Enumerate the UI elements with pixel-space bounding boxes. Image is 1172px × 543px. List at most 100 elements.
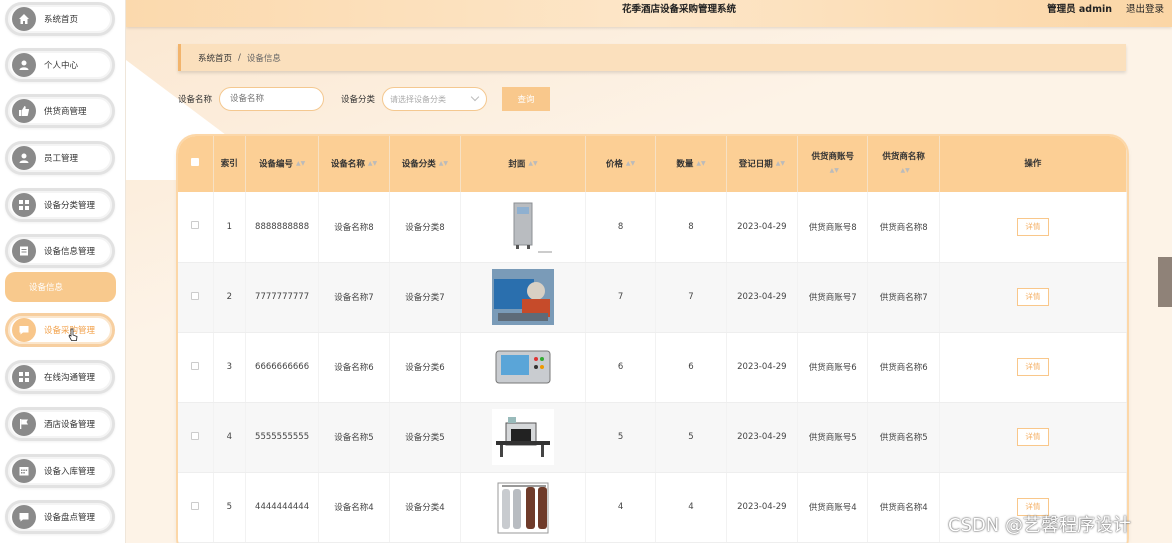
name-search-input[interactable] <box>219 87 324 111</box>
select-all-checkbox[interactable] <box>191 158 200 166</box>
row-checkbox[interactable] <box>191 361 200 370</box>
sidebar-item-categories[interactable]: 设备分类管理 <box>5 188 115 222</box>
row-select-cell[interactable] <box>178 262 214 333</box>
sidebar-item-chat[interactable]: 在线沟通管理 <box>5 360 115 394</box>
row-select-cell[interactable] <box>178 472 214 543</box>
header-name[interactable]: 设备名称 ▲▼ <box>318 136 390 192</box>
header-category[interactable]: 设备分类 ▲▼ <box>389 136 462 192</box>
row-checkbox[interactable] <box>191 291 200 300</box>
row-select-cell[interactable] <box>178 192 214 263</box>
cell-price: 7 <box>585 262 657 333</box>
sidebar-item-label: 设备入库管理 <box>44 467 96 477</box>
sidebar-item-staff[interactable]: 员工管理 <box>5 141 115 175</box>
cell-name: 设备名称8 <box>318 192 390 263</box>
cell-cover <box>460 472 586 543</box>
cell-price: 8 <box>585 192 657 263</box>
sidebar-item-label: 设备盘点管理 <box>44 513 96 523</box>
sidebar-item-home[interactable]: 系统首页 <box>5 2 115 36</box>
equipment-image <box>461 269 585 325</box>
detail-button[interactable]: 详情 <box>1016 428 1049 446</box>
header-supplier-account[interactable]: 供货商账号 ▲▼ <box>797 136 869 192</box>
sidebar-item-inventory[interactable]: 设备盘点管理 <box>5 500 115 534</box>
sidebar-item-equipment-info[interactable]: 设备信息管理 <box>5 234 115 268</box>
row-checkbox[interactable] <box>191 221 200 230</box>
table-row[interactable]: 3 6666666666 设备名称6 设备分类6 6 6 2023-04-29 供货商账号6 供… <box>178 332 1127 403</box>
table-row[interactable]: 2 7777777777 设备名称7 设备分类7 7 7 2023-04-29 供货商账号7 供… <box>178 262 1127 333</box>
cell-index: 2 <box>213 262 246 333</box>
sidebar-item-label: 设备分类管理 <box>44 201 96 211</box>
sidebar-item-purchase[interactable]: 设备采购管理 <box>5 313 115 347</box>
detail-button[interactable]: 详情 <box>1016 217 1049 236</box>
cell-supplier-account: 供货商账号8 <box>797 192 869 263</box>
header-operation: 操作 <box>939 136 1127 192</box>
header-index: 索引 <box>213 136 246 192</box>
sidebar-item-inbound[interactable]: 设备入库管理 <box>5 454 115 488</box>
sidebar-item-profile[interactable]: 个人中心 <box>5 48 115 82</box>
equipment-table: 索引 设备编号 ▲▼ 设备名称 ▲▼ 设备分类 ▲▼ 封面 ▲▼ 价格 ▲▼ 数量 ▲▼ 登… <box>178 136 1127 543</box>
equipment-image <box>461 339 585 395</box>
search-button[interactable]: 查询 <box>502 87 550 111</box>
header-supplier-name[interactable]: 供货商名称 ▲▼ <box>867 136 940 192</box>
user-icon <box>12 146 36 170</box>
header-price[interactable]: 价格 ▲▼ <box>585 136 657 192</box>
detail-button[interactable]: 详情 <box>1016 288 1049 306</box>
cell-operation: 详情 <box>939 332 1127 403</box>
cell-category: 设备分类6 <box>389 332 462 403</box>
cell-supplier-account: 供货商账号4 <box>797 472 869 543</box>
cell-price: 5 <box>585 402 657 473</box>
sidebar-item-hotel-equipment[interactable]: 酒店设备管理 <box>5 407 115 441</box>
cell-name: 设备名称6 <box>318 332 390 403</box>
breadcrumb-home[interactable]: 系统首页 <box>198 52 232 64</box>
cell-supplier-account: 供货商账号6 <box>797 332 869 403</box>
watermark: CSDN @艺馨程序设计 <box>948 515 1132 536</box>
cell-category: 设备分类4 <box>389 472 462 543</box>
sort-icon: ▲▼ <box>528 159 538 167</box>
cell-date: 2023-04-29 <box>726 262 799 333</box>
mouse-cursor-icon <box>68 328 78 341</box>
cell-index: 3 <box>213 332 246 403</box>
cell-category: 设备分类7 <box>389 262 462 333</box>
sidebar-subitem-equipment-info[interactable]: 设备信息 <box>5 272 116 302</box>
cell-supplier-name: 供货商名称7 <box>867 262 940 333</box>
doc-icon <box>12 239 36 263</box>
cell-category: 设备分类8 <box>389 192 462 263</box>
cell-supplier-name: 供货商名称8 <box>867 192 940 263</box>
cell-operation: 详情 <box>939 402 1127 473</box>
cell-name: 设备名称7 <box>318 262 390 333</box>
category-select[interactable]: 请选择设备分类 <box>382 87 487 111</box>
sort-icon: ▲▼ <box>367 159 378 167</box>
equipment-image <box>461 198 585 255</box>
chat-icon <box>12 318 36 342</box>
cell-date: 2023-04-29 <box>726 332 799 403</box>
cell-date: 2023-04-29 <box>726 402 799 473</box>
table-row[interactable]: 1 8888888888 设备名称8 设备分类8 8 8 2023-04-29 供货商账号8 供… <box>178 192 1127 263</box>
breadcrumb-current: 设备信息 <box>246 53 281 64</box>
cell-qty: 7 <box>655 262 727 333</box>
header-qty[interactable]: 数量 ▲▼ <box>655 136 727 192</box>
sidebar-item-label: 酒店设备管理 <box>44 420 96 430</box>
cell-cover <box>460 402 586 473</box>
chevron-down-icon <box>470 92 480 102</box>
side-scroll-handle[interactable] <box>1158 257 1172 307</box>
cell-cover <box>460 262 586 333</box>
sort-icon: ▲▼ <box>438 159 449 167</box>
cell-supplier-name: 供货商名称6 <box>867 332 940 403</box>
select-all-cell[interactable] <box>178 136 214 192</box>
row-checkbox[interactable] <box>191 501 200 510</box>
sidebar-item-suppliers[interactable]: 供货商管理 <box>5 94 115 128</box>
detail-button[interactable]: 详情 <box>1016 358 1049 376</box>
header-cover[interactable]: 封面 ▲▼ <box>460 136 586 192</box>
sidebar: 系统首页 个人中心 供货商管理 员工管理 设备分类管理 设备信息管理 设备信息 <box>0 0 126 543</box>
sidebar-item-label: 员工管理 <box>44 154 79 164</box>
row-select-cell[interactable] <box>178 332 214 403</box>
table-row[interactable]: 4 5555555555 设备名称5 设备分类5 5 5 2023-04-29 供货商账号5 供… <box>178 402 1127 473</box>
cell-category: 设备分类5 <box>389 402 462 473</box>
sort-icon: ▲▼ <box>625 159 636 167</box>
header-code[interactable]: 设备编号 ▲▼ <box>245 136 320 192</box>
logout-link[interactable]: 退出登录 <box>1126 0 1164 20</box>
row-checkbox[interactable] <box>191 431 200 440</box>
cell-code: 4444444444 <box>245 472 320 543</box>
header-date[interactable]: 登记日期 ▲▼ <box>726 136 799 192</box>
row-select-cell[interactable] <box>178 402 214 473</box>
breadcrumb: 系统首页 / 设备信息 <box>178 44 1126 71</box>
